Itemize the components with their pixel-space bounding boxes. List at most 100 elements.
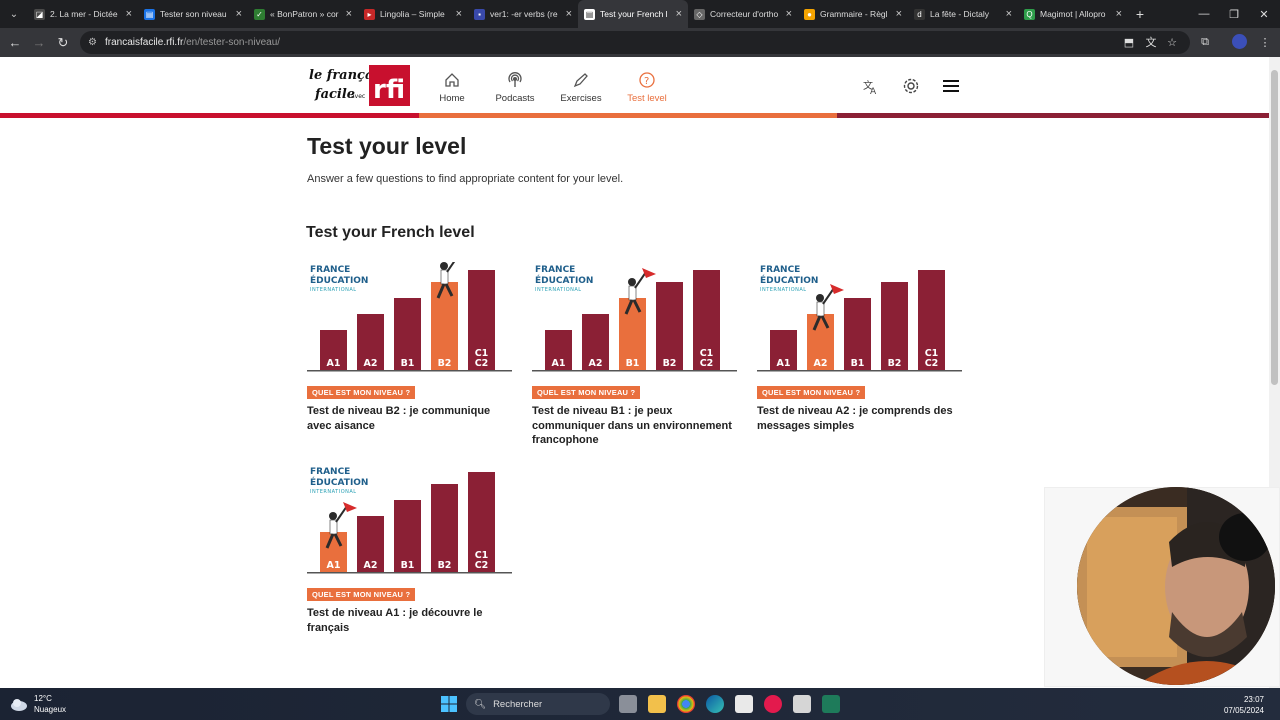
browser-tab[interactable]: ▤ Tester son niveau × bbox=[138, 0, 248, 28]
translate-icon[interactable]: 文A bbox=[862, 77, 880, 95]
settings-gear-icon[interactable] bbox=[902, 77, 920, 95]
taskbar-search[interactable]: 🔍︎ Rechercher bbox=[466, 693, 610, 715]
tab-title: 2. La mer - Dictée bbox=[50, 9, 118, 19]
weather-text: Nuageux bbox=[34, 705, 67, 714]
media-player-icon[interactable] bbox=[764, 695, 782, 713]
card-title[interactable]: Test de niveau A2 : je comprends des mes… bbox=[757, 404, 962, 433]
site-info-icon[interactable]: ⚙ bbox=[88, 37, 97, 48]
svg-text:FRANCE: FRANCE bbox=[535, 265, 575, 275]
nav-podcasts[interactable]: Podcasts bbox=[485, 71, 545, 104]
tab-title: Tester son niveau bbox=[160, 9, 227, 19]
podcast-icon bbox=[508, 72, 522, 87]
menu-kebab-icon[interactable]: ⋮ bbox=[1257, 34, 1273, 50]
card-title[interactable]: Test de niveau A1 : je découvre le franç… bbox=[307, 606, 512, 635]
browser-tab[interactable]: ▤ Test your French l × bbox=[578, 0, 688, 28]
level-bar bbox=[656, 282, 683, 370]
reload-icon[interactable]: ↻ bbox=[51, 31, 75, 55]
color-bar-segment bbox=[419, 113, 837, 118]
task-view-icon[interactable] bbox=[619, 695, 637, 713]
address-bar[interactable]: ⚙ francaisfacile.rfi.fr/en/tester-son-ni… bbox=[80, 31, 1190, 54]
close-tab-icon[interactable]: × bbox=[1006, 8, 1012, 20]
level-illustration: A1 A2 B1 B2C1C2 FRANCE ÉDUCATION INTERNATIO… bbox=[532, 262, 737, 379]
close-tab-icon[interactable]: × bbox=[346, 8, 352, 20]
hamburger-menu-icon[interactable] bbox=[942, 77, 960, 95]
browser-tab[interactable]: d La fête - Dictaly × bbox=[908, 0, 1018, 28]
file-explorer-icon[interactable] bbox=[648, 695, 666, 713]
close-window-icon[interactable]: ✕ bbox=[1248, 0, 1280, 28]
tab-title: Magimot | Allopro bbox=[1040, 9, 1106, 19]
notepad-icon[interactable] bbox=[793, 695, 811, 713]
card-title[interactable]: Test de niveau B2 : je communique avec a… bbox=[307, 404, 512, 433]
tab-favicon-icon: ◇ bbox=[694, 8, 705, 20]
system-clock[interactable]: 23:07 07/05/2024 bbox=[1224, 694, 1264, 716]
browser-tab[interactable]: ▸ Lingolia – Simple × bbox=[358, 0, 468, 28]
store-icon[interactable] bbox=[735, 695, 753, 713]
translate-page-icon[interactable]: 文 bbox=[1143, 34, 1159, 50]
tab-search-icon[interactable]: ⌄ bbox=[0, 0, 28, 28]
tab-title: ver1: -er verbs (re bbox=[490, 9, 558, 19]
browser-tab[interactable]: Q Magimot | Allopro × bbox=[1018, 0, 1128, 28]
scrollbar-thumb[interactable] bbox=[1271, 70, 1278, 385]
nav-test-level[interactable]: ? Test level bbox=[617, 71, 677, 104]
terminal-icon[interactable] bbox=[822, 695, 840, 713]
level-test-card[interactable]: A1 A2 B1 B2 C1 C2 FRANCE ÉDUCATION INTERNATIO… bbox=[307, 262, 512, 433]
browser-tab[interactable]: ▪ ver1: -er verbs (re × bbox=[468, 0, 578, 28]
browser-tab[interactable]: ◇ Correcteur d'ortho × bbox=[688, 0, 798, 28]
forward-icon[interactable]: → bbox=[27, 31, 51, 55]
level-test-card[interactable]: A1 A2 B1 B2 C1 C2 FRANCE ÉDUCATION INTERNATIO… bbox=[307, 464, 512, 635]
nav-label: Podcasts bbox=[495, 93, 535, 104]
clock-time: 23:07 bbox=[1243, 695, 1264, 704]
edge-icon[interactable] bbox=[706, 695, 724, 713]
nav-label: Home bbox=[439, 93, 465, 104]
nav-exercises[interactable]: Exercises bbox=[551, 71, 611, 104]
close-tab-icon[interactable]: × bbox=[786, 8, 792, 20]
nav-label: Exercises bbox=[560, 93, 602, 104]
weather-widget[interactable]: 12°C Nuageux bbox=[10, 693, 66, 715]
extensions-icon[interactable]: ⧉ bbox=[1197, 34, 1213, 50]
close-tab-icon[interactable]: × bbox=[236, 8, 242, 20]
close-tab-icon[interactable]: × bbox=[456, 8, 462, 20]
tab-favicon-icon: ▤ bbox=[584, 8, 595, 20]
level-label: B1 bbox=[851, 358, 865, 369]
close-tab-icon[interactable]: × bbox=[676, 8, 682, 20]
level-label: C2 bbox=[700, 358, 714, 369]
browser-tab[interactable]: ✓ « BonPatron » cor × bbox=[248, 0, 358, 28]
tab-title: Grammaire - Règl bbox=[820, 9, 888, 19]
svg-text:rfi: rfi bbox=[373, 75, 405, 105]
close-tab-icon[interactable]: × bbox=[896, 8, 902, 20]
svg-text:INTERNATIONAL: INTERNATIONAL bbox=[310, 489, 357, 495]
chrome-icon[interactable] bbox=[677, 695, 695, 713]
minimize-icon[interactable]: — bbox=[1188, 0, 1220, 28]
tab-title: La fête - Dictaly bbox=[930, 9, 990, 19]
close-tab-icon[interactable]: × bbox=[566, 8, 572, 20]
close-tab-icon[interactable]: × bbox=[1116, 8, 1122, 20]
browser-tab[interactable]: ● Grammaire - Règl × bbox=[798, 0, 908, 28]
nav-label: Test level bbox=[627, 93, 667, 104]
nav-home[interactable]: Home bbox=[422, 71, 482, 104]
restore-icon[interactable]: ❐ bbox=[1218, 0, 1250, 28]
install-app-icon[interactable]: ⬒ bbox=[1121, 34, 1137, 50]
card-title[interactable]: Test de niveau B1 : je peux communiquer … bbox=[532, 404, 737, 448]
svg-text:ÉDUCATION: ÉDUCATION bbox=[310, 476, 368, 488]
level-label: B1 bbox=[626, 358, 640, 369]
rfi-logo[interactable]: le français facile avec rfi bbox=[307, 65, 410, 106]
tab-favicon-icon: ▪ bbox=[474, 8, 485, 20]
level-badge: QUEL EST MON NIVEAU ? bbox=[307, 386, 416, 399]
level-label: A1 bbox=[777, 358, 791, 369]
close-tab-icon[interactable]: × bbox=[126, 8, 132, 20]
color-bar-segment bbox=[0, 113, 419, 118]
clock-date: 07/05/2024 bbox=[1223, 706, 1264, 715]
page-title: Test your level bbox=[307, 133, 467, 159]
level-test-card[interactable]: A1 A2 B1 B2 C1 C2 FRANCE ÉDUCATION INTERNATIO… bbox=[757, 262, 962, 433]
search-placeholder: Rechercher bbox=[493, 698, 543, 710]
windows-start-icon[interactable] bbox=[440, 695, 458, 713]
new-tab-button[interactable]: + bbox=[1128, 6, 1152, 22]
browser-tab[interactable]: ◪ 2. La mer - Dictée × bbox=[28, 0, 138, 28]
profile-avatar[interactable] bbox=[1232, 34, 1247, 49]
tab-favicon-icon: ▸ bbox=[364, 8, 375, 20]
bookmark-star-icon[interactable]: ☆ bbox=[1164, 34, 1180, 50]
tab-favicon-icon: d bbox=[914, 8, 925, 20]
level-test-card[interactable]: A1 A2 B1 B2 C1 C2 FRANCE ÉDUCATION INTERNATIO… bbox=[532, 262, 737, 448]
tab-favicon-icon: ◪ bbox=[34, 8, 45, 20]
back-icon[interactable]: ← bbox=[3, 31, 27, 55]
